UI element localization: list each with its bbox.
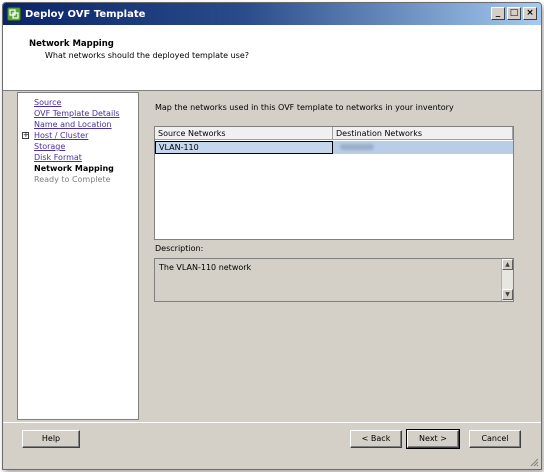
network-mapping-table: Source Networks Destination Networks VLA… [154, 126, 514, 240]
source-network-cell[interactable]: VLAN-110 [155, 141, 333, 154]
maximize-icon: □ [509, 8, 519, 18]
destination-network-cell[interactable] [334, 141, 513, 154]
expand-icon[interactable]: + [22, 132, 29, 139]
window-title: Deploy OVF Template [25, 8, 146, 20]
close-button[interactable]: × [523, 7, 537, 20]
nav-item-source[interactable]: Source [34, 98, 61, 107]
wizard-steps-nav: Source OVF Template Details Name and Loc… [17, 92, 139, 420]
description-label: Description: [155, 244, 204, 253]
main-content: Map the networks used in this OVF templa… [153, 92, 533, 420]
ovf-deploy-icon [7, 7, 21, 21]
wizard-header: Network Mapping What networks should the… [3, 25, 541, 91]
minimize-icon: _ [495, 8, 501, 18]
nav-item-name-and-location[interactable]: Name and Location [34, 120, 112, 129]
description-scrollbar[interactable]: ▲ ▼ [501, 259, 513, 301]
help-button[interactable]: Help [22, 430, 80, 448]
instruction-text: Map the networks used in this OVF templa… [155, 103, 454, 112]
description-text: The VLAN-110 network [159, 263, 252, 272]
back-button[interactable]: < Back [350, 430, 402, 448]
redacted-destination-value [340, 144, 374, 150]
nav-item-storage[interactable]: Storage [34, 142, 65, 151]
minimize-button[interactable]: _ [491, 7, 505, 20]
up-arrow-icon[interactable]: ▲ [502, 259, 513, 270]
title-bar[interactable]: Deploy OVF Template _ □ × [3, 3, 541, 25]
close-icon: × [526, 8, 534, 18]
table-row[interactable]: VLAN-110 [155, 141, 513, 154]
page-title: Network Mapping [29, 39, 114, 49]
down-arrow-icon[interactable]: ▼ [502, 289, 513, 300]
wizard-body: Source OVF Template Details Name and Loc… [3, 92, 541, 422]
cancel-button[interactable]: Cancel [469, 430, 521, 448]
nav-item-host-cluster[interactable]: Host / Cluster [34, 131, 88, 140]
maximize-button[interactable]: □ [507, 7, 521, 20]
next-button[interactable]: Next > [406, 429, 460, 449]
nav-item-ovf-template-details[interactable]: OVF Template Details [34, 109, 120, 118]
description-box: The VLAN-110 network ▲ ▼ [154, 258, 514, 302]
nav-item-network-mapping: Network Mapping [34, 164, 114, 173]
window-controls: _ □ × [491, 7, 537, 20]
page-subtitle: What networks should the deployed templa… [45, 51, 250, 60]
deploy-ovf-window: Deploy OVF Template _ □ × Network Mappin… [2, 2, 542, 470]
nav-item-disk-format[interactable]: Disk Format [34, 153, 82, 162]
nav-item-ready-to-complete: Ready to Complete [34, 175, 111, 184]
resize-grip-icon[interactable] [529, 457, 539, 467]
column-header-destination[interactable]: Destination Networks [333, 127, 513, 140]
wizard-footer: Help < Back Next > Cancel [3, 422, 541, 469]
column-header-source[interactable]: Source Networks [155, 127, 333, 140]
table-header: Source Networks Destination Networks [155, 127, 513, 140]
